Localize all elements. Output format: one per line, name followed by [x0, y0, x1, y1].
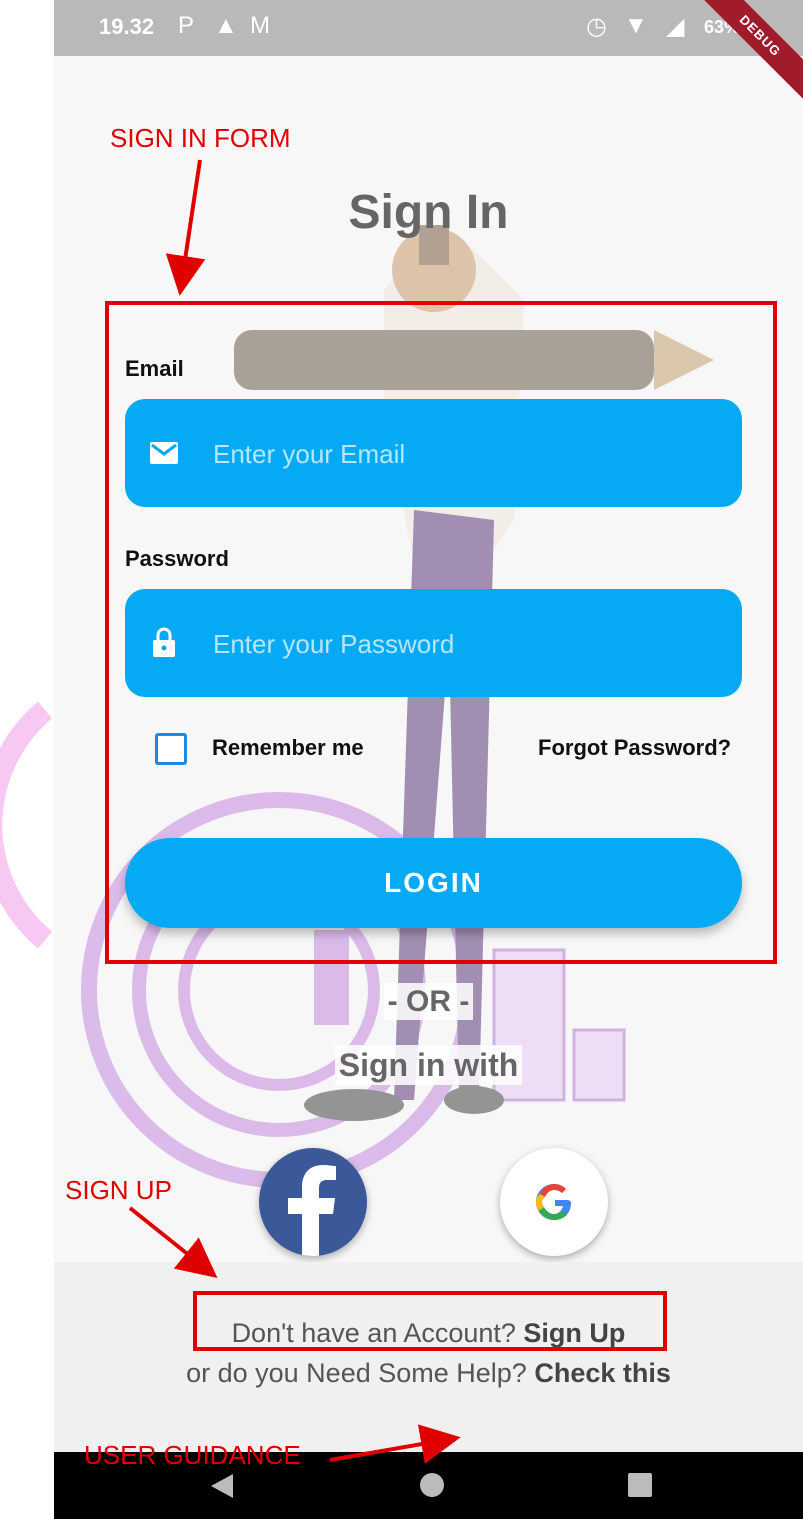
annotation-arrows	[128, 159, 461, 1464]
user-guidance-arrow	[329, 1424, 461, 1464]
sign-up-arrow	[128, 1206, 218, 1278]
sign-in-form-arrow	[165, 159, 206, 296]
